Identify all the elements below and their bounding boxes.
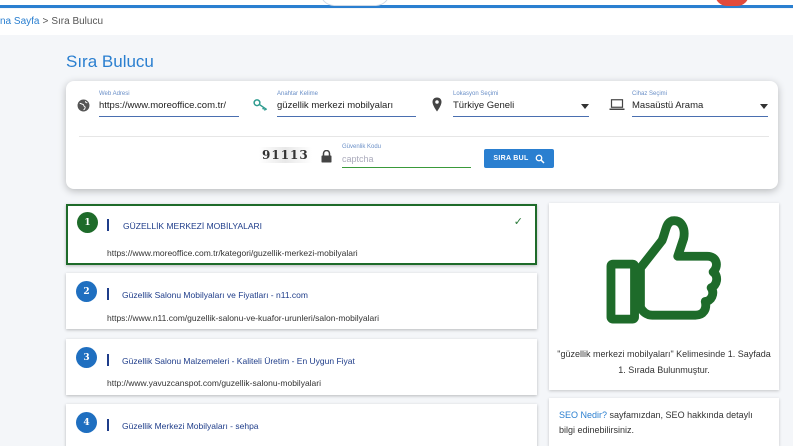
- web-address-label: Web Adresi: [99, 91, 130, 97]
- security-code-placeholder: captcha: [342, 154, 374, 164]
- keyword-field[interactable]: Anahtar Kelime güzellik merkezi mobilyal…: [277, 91, 416, 117]
- result-item[interactable]: 3 Güzellik Salonu Malzemeleri - Kaliteli…: [66, 339, 537, 395]
- top-banner: [0, 0, 793, 8]
- breadcrumb: na Sayfa > Sıra Bulucu: [0, 9, 793, 35]
- location-select[interactable]: Lokasyon Seçimi Türkiye Geneli: [453, 91, 589, 117]
- keyword-label: Anahtar Kelime: [277, 91, 319, 97]
- result-title[interactable]: Güzellik Salonu Mobilyaları ve Fiyatları…: [122, 290, 308, 300]
- device-label: Cihaz Seçimi: [632, 91, 668, 97]
- web-address-value: https://www.moreoffice.com.tr/: [99, 100, 227, 111]
- security-code-input[interactable]: Güvenlik Kodu captcha: [342, 144, 471, 168]
- seo-info-link[interactable]: SEO Nedir?: [559, 410, 607, 420]
- device-value: Masaüstü Arama: [632, 100, 704, 111]
- result-url[interactable]: https://www.n11.com/guzellik-salonu-ve-k…: [107, 313, 379, 323]
- keyword-value: güzellik merkezi mobilyaları: [277, 100, 394, 111]
- captcha-image: 91113: [259, 147, 312, 163]
- device-select[interactable]: Cihaz Seçimi Masaüstü Arama: [632, 91, 768, 117]
- result-url[interactable]: http://www.yavuzcanspot.com/guzellik-sal…: [107, 378, 321, 388]
- chevron-down-icon: [760, 104, 768, 109]
- result-rank-badge: 3: [76, 347, 97, 368]
- form-divider: [79, 136, 769, 137]
- key-icon: [253, 99, 268, 111]
- result-title[interactable]: Güzellik Merkezi Mobilyaları - sehpa: [122, 421, 259, 431]
- location-label: Lokasyon Seçimi: [453, 91, 499, 97]
- find-rank-button[interactable]: SIRA BUL: [484, 149, 554, 168]
- result-item[interactable]: 1 GÜZELLİK MERKEZİ MOBİLYALARI ✓ https:/…: [66, 204, 537, 265]
- laptop-icon: [609, 99, 625, 110]
- web-address-field[interactable]: Web Adresi https://www.moreoffice.com.tr…: [99, 91, 239, 117]
- result-url[interactable]: https://www.moreoffice.com.tr/kategori/g…: [107, 248, 358, 258]
- chevron-down-icon: [581, 104, 589, 109]
- check-icon: ✓: [513, 216, 523, 228]
- rank-result-card: "güzellik merkezi mobilyaları" Kelimesin…: [549, 203, 779, 390]
- result-rank-badge: 4: [76, 412, 97, 433]
- seo-info-card: SEO Nedir? sayfamızdan, SEO hakkında det…: [549, 398, 779, 446]
- banner-red-shape: [715, 0, 749, 6]
- security-code-label: Güvenlik Kodu: [342, 144, 382, 150]
- result-title[interactable]: Güzellik Salonu Malzemeleri - Kaliteli Ü…: [122, 356, 355, 366]
- globe-icon: [77, 99, 90, 112]
- rank-result-text: "güzellik merkezi mobilyaları" Kelimesin…: [557, 349, 771, 375]
- result-item[interactable]: 4 Güzellik Merkezi Mobilyaları - sehpa: [66, 404, 537, 446]
- result-rank-badge: 1: [77, 212, 98, 233]
- search-icon: [535, 154, 545, 164]
- page-title: Sıra Bulucu: [66, 52, 154, 71]
- result-item[interactable]: 2 Güzellik Salonu Mobilyaları ve Fiyatla…: [66, 273, 537, 329]
- thumbs-up-icon: [606, 216, 722, 324]
- find-rank-button-label: SIRA BUL: [493, 155, 529, 162]
- breadcrumb-separator: >: [42, 16, 49, 27]
- banner-decoration: [320, 0, 390, 6]
- breadcrumb-home-link[interactable]: na Sayfa: [0, 16, 39, 27]
- location-value: Türkiye Geneli: [453, 100, 515, 111]
- rank-finder-form: Web Adresi https://www.moreoffice.com.tr…: [66, 81, 778, 189]
- result-rank-badge: 2: [76, 281, 97, 302]
- lock-icon: [321, 150, 332, 163]
- location-pin-icon: [432, 97, 442, 112]
- result-title[interactable]: GÜZELLİK MERKEZİ MOBİLYALARI: [123, 221, 262, 231]
- breadcrumb-current: Sıra Bulucu: [51, 16, 104, 27]
